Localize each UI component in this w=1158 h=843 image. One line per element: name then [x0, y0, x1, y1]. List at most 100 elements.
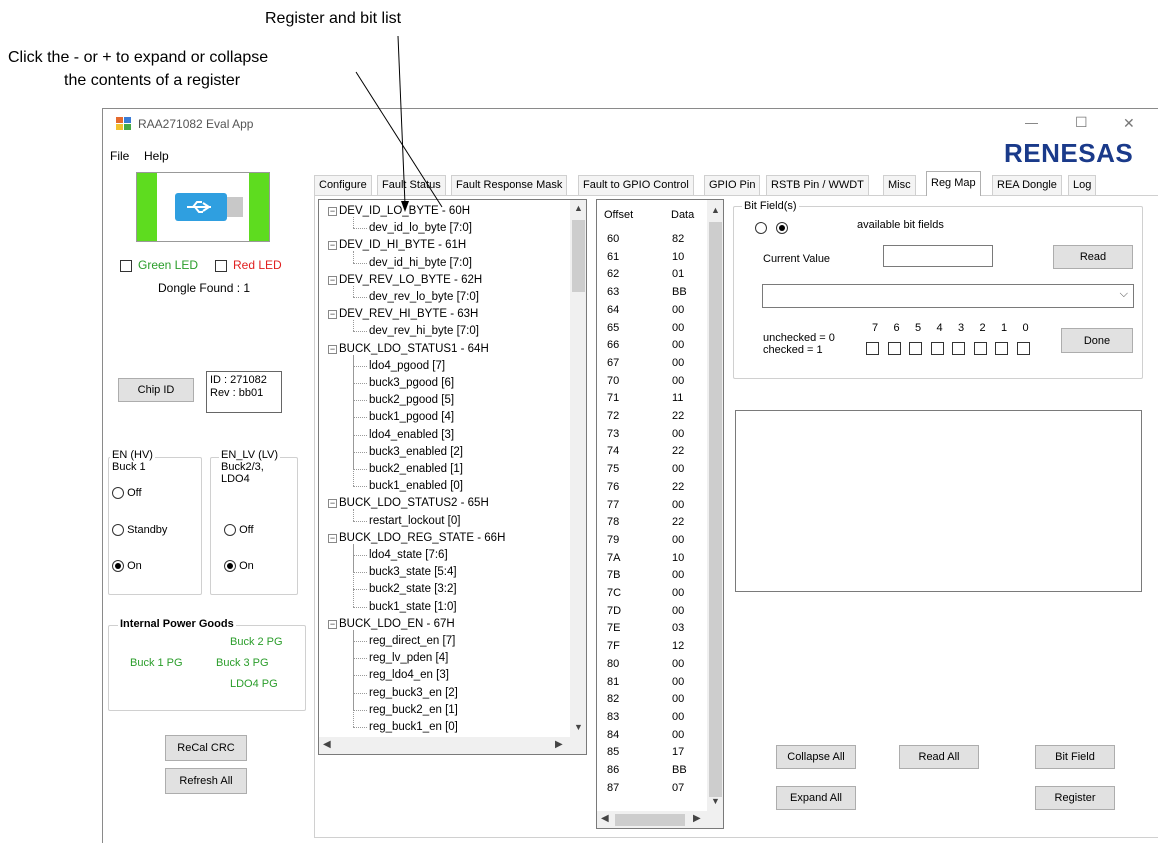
- tree-bit-node[interactable]: dev_id_lo_byte [7:0]: [369, 220, 472, 236]
- expand-all-button[interactable]: Expand All: [776, 786, 856, 810]
- en-lv-on[interactable]: On: [224, 560, 254, 573]
- current-value-field[interactable]: [883, 245, 993, 267]
- collapse-icon[interactable]: −: [328, 499, 337, 509]
- table-scroll-up-icon[interactable]: ▲: [711, 205, 720, 215]
- data-cell[interactable]: 00: [672, 674, 684, 690]
- collapse-icon[interactable]: −: [328, 344, 337, 354]
- tree-bit-node[interactable]: dev_rev_hi_byte [7:0]: [369, 323, 479, 339]
- tree-bit-node[interactable]: ldo4_enabled [3]: [369, 427, 454, 443]
- tab-fault-response-mask[interactable]: Fault Response Mask: [451, 175, 568, 195]
- red-led-checkbox[interactable]: [215, 258, 227, 272]
- table-vscroll[interactable]: ▲ ▼: [707, 200, 723, 811]
- tree-bit-node[interactable]: buck2_state [3:2]: [369, 581, 457, 597]
- tree-bit-node[interactable]: buck3_enabled [2]: [369, 444, 463, 460]
- output-text-area[interactable]: [735, 410, 1142, 592]
- tree-register-node[interactable]: DEV_REV_LO_BYTE - 62H: [339, 272, 482, 288]
- tree-bit-node[interactable]: buck1_enabled [0]: [369, 478, 463, 494]
- data-cell[interactable]: 17: [672, 744, 684, 760]
- data-cell[interactable]: 00: [672, 691, 684, 707]
- data-cell[interactable]: 00: [672, 320, 684, 336]
- en-lv-off[interactable]: Off: [224, 524, 254, 537]
- close-button[interactable]: ✕: [1123, 115, 1135, 132]
- data-cell[interactable]: 03: [672, 620, 684, 636]
- tree-register-node[interactable]: DEV_ID_HI_BYTE - 61H: [339, 237, 466, 253]
- bit-checkbox[interactable]: [909, 342, 922, 355]
- chip-id-button[interactable]: Chip ID: [118, 378, 194, 402]
- done-button[interactable]: Done: [1061, 328, 1133, 353]
- menu-file[interactable]: File: [110, 149, 129, 163]
- scroll-right-icon[interactable]: ▶: [555, 739, 563, 750]
- collapse-icon[interactable]: −: [328, 207, 337, 216]
- tree-bit-node[interactable]: restart_lockout [0]: [369, 513, 460, 529]
- bit-checkbox[interactable]: [1016, 342, 1030, 355]
- tree-bit-node[interactable]: reg_lv_pden [4]: [369, 650, 448, 666]
- bit-checkbox[interactable]: [973, 342, 987, 355]
- en-hv-on[interactable]: On: [112, 560, 142, 573]
- bit-field-button[interactable]: Bit Field: [1035, 745, 1115, 769]
- data-cell[interactable]: 10: [672, 550, 684, 566]
- data-cell[interactable]: 22: [672, 479, 684, 495]
- data-cell[interactable]: 00: [672, 567, 684, 583]
- tree-vscroll-thumb[interactable]: [572, 220, 585, 292]
- tab-rea-dongle[interactable]: REA Dongle: [992, 175, 1062, 195]
- data-cell[interactable]: 22: [672, 408, 684, 424]
- tree-register-node[interactable]: BUCK_LDO_REG_STATE - 66H: [339, 530, 505, 546]
- tree-bit-node[interactable]: buck3_state [5:4]: [369, 564, 457, 580]
- data-cell[interactable]: 00: [672, 302, 684, 318]
- register-tree[interactable]: − DEV_ID_LO_BYTE - 60H dev_id_lo_byte [7:0…: [318, 199, 587, 755]
- collapse-icon[interactable]: −: [328, 241, 337, 251]
- minimize-button[interactable]: —: [1025, 115, 1038, 130]
- tree-bit-node[interactable]: reg_buck1_en [0]: [369, 719, 458, 735]
- data-cell[interactable]: 00: [672, 373, 684, 389]
- tree-vscroll[interactable]: ▲ ▼: [570, 200, 586, 737]
- tab-misc[interactable]: Misc: [883, 175, 916, 195]
- tree-bit-node[interactable]: buck3_pgood [6]: [369, 375, 454, 391]
- data-cell[interactable]: BB: [672, 762, 687, 778]
- data-cell[interactable]: 00: [672, 532, 684, 548]
- table-scroll-down-icon[interactable]: ▼: [711, 796, 720, 806]
- data-cell[interactable]: 07: [672, 780, 684, 796]
- table-scroll-right-icon[interactable]: ▶: [693, 813, 701, 824]
- tree-bit-node[interactable]: buck2_pgood [5]: [369, 392, 454, 408]
- recal-crc-button[interactable]: ReCal CRC: [165, 735, 247, 761]
- bit-checkbox[interactable]: [995, 342, 1008, 355]
- tree-register-node[interactable]: BUCK_LDO_STATUS1 - 64H: [339, 341, 489, 357]
- read-all-button[interactable]: Read All: [899, 745, 979, 769]
- tree-bit-node[interactable]: ldo4_state [7:6]: [369, 547, 448, 563]
- collapse-icon[interactable]: −: [328, 619, 337, 629]
- table-hscroll[interactable]: ◀ ▶: [597, 811, 723, 828]
- tree-register-node[interactable]: DEV_ID_LO_BYTE - 60H: [339, 203, 470, 219]
- data-cell[interactable]: 10: [672, 249, 684, 265]
- tree-bit-node[interactable]: reg_direct_en [7]: [369, 633, 455, 649]
- data-cell[interactable]: 00: [672, 603, 684, 619]
- bit-checkbox[interactable]: [952, 342, 965, 355]
- en-hv-standby[interactable]: Standby: [112, 524, 167, 537]
- data-cell[interactable]: 00: [672, 497, 684, 513]
- data-cell[interactable]: 01: [672, 266, 684, 282]
- scroll-left-icon[interactable]: ◀: [323, 739, 331, 750]
- data-cell[interactable]: 12: [672, 638, 684, 654]
- data-cell[interactable]: 22: [672, 443, 684, 459]
- data-cell[interactable]: 00: [672, 727, 684, 743]
- collapse-icon[interactable]: −: [328, 275, 337, 285]
- tree-bit-node[interactable]: ldo4_pgood [7]: [369, 358, 445, 374]
- tree-hscroll[interactable]: ◀ ▶: [319, 737, 586, 754]
- tree-bit-node[interactable]: reg_buck2_en [1]: [369, 702, 458, 718]
- data-cell[interactable]: 82: [672, 231, 684, 247]
- data-cell[interactable]: 00: [672, 709, 684, 725]
- tree-bit-node[interactable]: dev_rev_lo_byte [7:0]: [369, 289, 479, 305]
- bit-checkbox[interactable]: [887, 342, 901, 355]
- tree-bit-node[interactable]: buck2_enabled [1]: [369, 461, 463, 477]
- menu-help[interactable]: Help: [144, 149, 169, 163]
- data-cell[interactable]: 11: [672, 390, 683, 406]
- tab-reg-map[interactable]: Reg Map: [926, 171, 981, 196]
- table-hscroll-thumb[interactable]: [615, 814, 685, 826]
- register-button[interactable]: Register: [1035, 786, 1115, 810]
- data-cell[interactable]: 00: [672, 337, 684, 353]
- tree-register-node[interactable]: DEV_REV_HI_BYTE - 63H: [339, 306, 478, 322]
- register-table[interactable]: Offset Data 60 82 61 10 62 01 63 BB 64 00 65 00 66 00…: [596, 199, 724, 829]
- data-cell[interactable]: 00: [672, 426, 684, 442]
- tree-bit-node[interactable]: dev_id_hi_byte [7:0]: [369, 255, 472, 271]
- tree-bit-node[interactable]: buck1_pgood [4]: [369, 409, 454, 425]
- bit-checkbox[interactable]: [930, 342, 944, 355]
